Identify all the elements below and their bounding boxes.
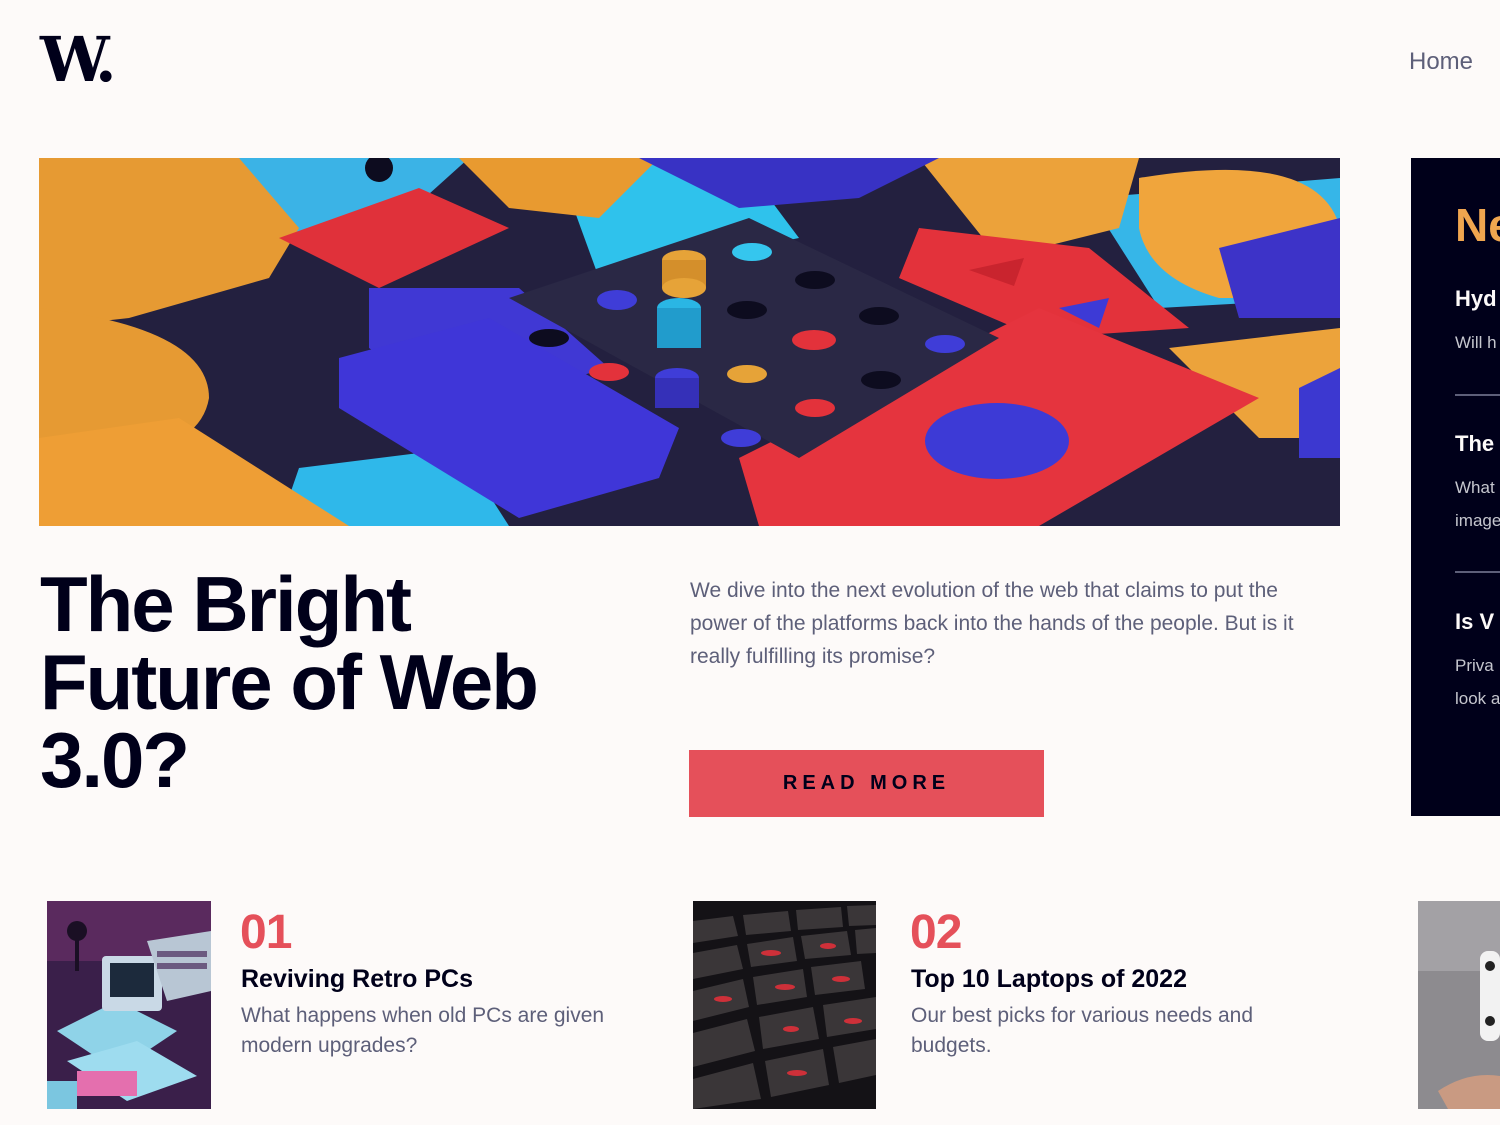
new-panel-divider [1455,571,1500,573]
new-articles-panel: Ne Hyd Will h The What image Is V Priva … [1411,158,1500,816]
new-item-title[interactable]: Hyd [1455,286,1497,312]
new-item-desc-line: Will h [1455,333,1497,352]
laptops-thumbnail[interactable] [693,901,876,1109]
new-panel-heading: Ne [1455,199,1500,251]
new-item-desc-line: image [1455,511,1500,530]
card-title[interactable]: Reviving Retro PCs [241,965,473,994]
new-panel-divider [1455,394,1500,396]
hero-title: The Bright Future of Web 3.0? [40,560,539,804]
new-item-desc-line: What [1455,478,1495,497]
nav-home-link[interactable]: Home [1409,48,1473,76]
new-item-title[interactable]: The [1455,431,1494,457]
card-number: 01 [240,906,292,959]
new-item-title[interactable]: Is V [1455,609,1494,635]
card-description: Our best picks for various needs and bud… [911,1004,1254,1057]
site-logo[interactable]: W. [40,29,117,91]
gaming-thumbnail[interactable] [1418,901,1500,1109]
new-item-desc-line: look a [1455,689,1500,708]
retro-pcs-thumbnail[interactable] [47,901,211,1109]
hero-description: We dive into the next evolution of the w… [690,579,1294,668]
card-description: What happens when old PCs are given mode… [241,1004,605,1057]
card-title[interactable]: Top 10 Laptops of 2022 [911,965,1187,994]
card-number: 02 [910,906,962,959]
hero-image [39,158,1340,526]
new-item-desc-line: Priva [1455,656,1494,675]
read-more-button[interactable]: READ MORE [689,750,1044,817]
